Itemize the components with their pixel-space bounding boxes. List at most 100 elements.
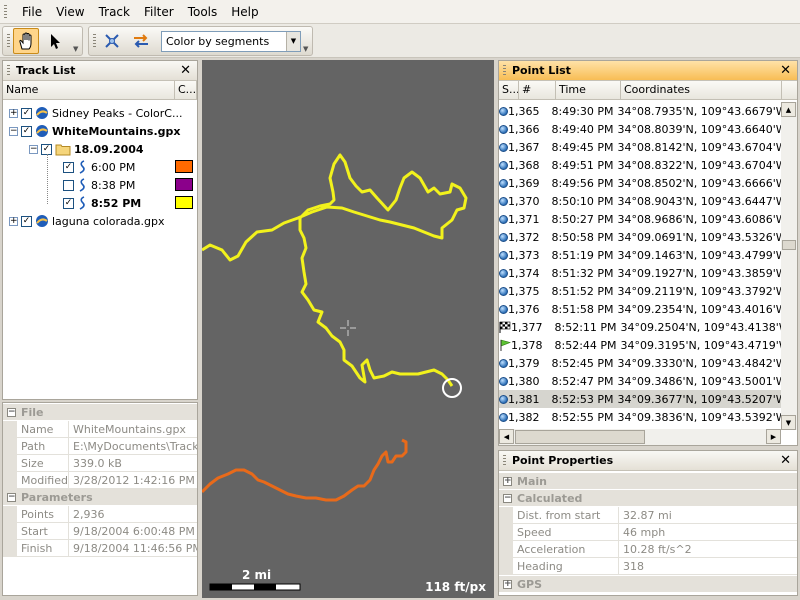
close-icon[interactable]: ✕ [780,453,791,468]
point-row[interactable]: 1,371 8:50:27 PM 34°08.9686'N, 109°43.6086… [499,210,781,228]
track-checkbox[interactable]: ✓ [21,125,32,137]
point-row[interactable]: 1,368 8:49:51 PM 34°08.8322'N, 109°43.6704… [499,156,781,174]
track-checkbox[interactable]: ✓ [21,215,32,227]
point-row[interactable]: 1,366 8:49:40 PM 34°08.8039'N, 109°43.6640… [499,120,781,138]
toolbar-grip-2[interactable] [93,34,96,48]
prop-row[interactable]: Start 9/18/2004 6:00:48 PM [3,523,197,540]
panel-grip[interactable] [7,64,10,77]
scroll-left-icon[interactable]: ◀ [499,429,514,444]
point-row[interactable]: 1,380 8:52:47 PM 34°09.3486'N, 109°43.5001… [499,372,781,390]
prop-row[interactable]: Heading 318 [499,558,797,575]
prop-row[interactable]: Modified 3/28/2012 1:42:16 PM [3,472,197,489]
prop-row[interactable]: Dist. from start 32.87 mi [499,507,797,524]
point-list-hscroll[interactable]: ◀ ▶ [499,429,781,445]
prop-group-parameters[interactable]: − Parameters [3,489,197,505]
point-row[interactable]: 1,382 8:52:55 PM 34°09.3836'N, 109°43.5392… [499,408,781,426]
expand-icon[interactable]: + [503,579,512,589]
point-row[interactable]: 1,377 8:52:11 PM 34°09.2504'N, 109°43.4138… [499,318,781,336]
point-row[interactable]: 1,375 8:51:52 PM 34°09.2119'N, 109°43.3792… [499,282,781,300]
segment-checkbox[interactable]: ✓ [63,197,74,209]
prop-group-main[interactable]: + Main [499,473,797,489]
menu-file[interactable]: File [15,5,49,19]
point-row[interactable]: 1,378 8:52:44 PM 34°09.3195'N, 109°43.4719… [499,336,781,354]
column-status[interactable]: S... [499,81,519,99]
folder-checkbox[interactable]: ✓ [41,143,52,155]
close-icon[interactable]: ✕ [180,63,191,78]
tree-item-sidney-peaks[interactable]: + ✓ Sidney Peaks - ColorC... [9,104,182,122]
menu-view[interactable]: View [49,5,91,19]
prop-group-gps[interactable]: + GPS [499,576,797,592]
prop-row[interactable]: Finish 9/18/2004 11:46:56 PM [3,540,197,557]
prop-row[interactable]: Path E:\MyDocuments\Tracks\ [3,438,197,455]
scroll-thumb-horizontal[interactable] [515,430,645,444]
point-row[interactable]: 1,381 8:52:53 PM 34°09.3677'N, 109°43.5207… [499,390,781,408]
column-name[interactable]: Name [3,81,175,99]
reverse-track-button[interactable] [128,28,154,54]
segment-checkbox[interactable] [63,179,74,191]
scroll-up-icon[interactable]: ▲ [781,102,796,117]
point-row[interactable]: 1,374 8:51:32 PM 34°09.1927'N, 109°43.3859… [499,264,781,282]
pan-hand-button[interactable] [13,28,39,54]
column-number[interactable]: # [519,81,556,99]
panel-grip[interactable] [503,64,506,77]
point-list-vscroll[interactable]: ▲ ▼ [781,102,797,430]
color-swatch-purple[interactable] [175,178,193,191]
collapse-icon[interactable]: − [9,126,18,136]
tree-item-whitemountains[interactable]: − ✓ WhiteMountains.gpx [9,122,180,140]
point-row[interactable]: 1,372 8:50:58 PM 34°09.0691'N, 109°43.5326… [499,228,781,246]
toolbar-grip[interactable] [7,34,10,48]
toolbar-overflow-chevron-2[interactable]: ▼ [303,45,311,53]
tree-item-segment-600pm[interactable]: ✓ 6:00 PM [63,158,135,176]
split-track-button[interactable] [99,28,125,54]
expand-icon[interactable]: + [9,216,18,226]
prop-row[interactable]: Size 339.0 kB [3,455,197,472]
prop-row[interactable]: Name WhiteMountains.gpx [3,421,197,438]
collapse-icon[interactable]: − [7,407,16,417]
toolbar-overflow-chevron[interactable]: ▼ [73,45,81,53]
track-checkbox[interactable]: ✓ [21,107,32,119]
point-coordinates: 34°08.8322'N, 109°43.6704'W [617,158,782,172]
collapse-icon[interactable]: − [29,144,38,154]
prop-row[interactable]: Acceleration 10.28 ft/s^2 [499,541,797,558]
select-arrow-button[interactable] [42,28,68,54]
point-row[interactable]: 1,367 8:49:45 PM 34°08.8142'N, 109°43.6704… [499,138,781,156]
expand-icon[interactable]: + [9,108,18,118]
menu-grip[interactable] [4,4,7,19]
color-swatch-orange[interactable] [175,160,193,173]
prop-group-file[interactable]: − File [3,404,197,420]
color-mode-select[interactable]: Color by segments ▼ [161,30,301,52]
panel-grip[interactable] [503,454,506,467]
expand-icon[interactable]: + [503,476,512,486]
point-row[interactable]: 1,369 8:49:56 PM 34°08.8502'N, 109°43.6666… [499,174,781,192]
column-coordinates[interactable]: Coordinates [621,81,782,99]
point-row[interactable]: 1,370 8:50:10 PM 34°08.9043'N, 109°43.6447… [499,192,781,210]
tree-item-segment-852pm[interactable]: ✓ 8:52 PM [63,194,141,212]
map-canvas[interactable] [202,60,494,598]
tree-item-segment-838pm[interactable]: 8:38 PM [63,176,135,194]
scroll-down-icon[interactable]: ▼ [781,415,796,430]
map-view[interactable]: 2 mi 118 ft/px [202,60,494,598]
column-time[interactable]: Time [556,81,621,99]
point-row[interactable]: 1,379 8:52:45 PM 34°09.3330'N, 109°43.4842… [499,354,781,372]
segment-checkbox[interactable]: ✓ [63,161,74,173]
close-icon[interactable]: ✕ [780,63,791,78]
column-color[interactable]: C... [175,81,197,99]
chevron-down-icon[interactable]: ▼ [286,31,300,51]
prop-row[interactable]: Speed 46 mph [499,524,797,541]
cursor-arrow-icon [51,34,60,49]
menu-tools[interactable]: Tools [181,5,225,19]
point-row[interactable]: 1,365 8:49:30 PM 34°08.7935'N, 109°43.6679… [499,102,781,120]
collapse-icon[interactable]: − [7,492,16,502]
menu-track[interactable]: Track [92,5,137,19]
menu-filter[interactable]: Filter [137,5,181,19]
point-row[interactable]: 1,376 8:51:58 PM 34°09.2354'N, 109°43.4016… [499,300,781,318]
scroll-thumb[interactable] [782,240,796,250]
tree-item-laguna-colorada[interactable]: + ✓ laguna colorada.gpx [9,212,164,230]
prop-row[interactable]: Points 2,936 [3,506,197,523]
color-swatch-yellow[interactable] [175,196,193,209]
scroll-right-icon[interactable]: ▶ [766,429,781,444]
point-row[interactable]: 1,373 8:51:19 PM 34°09.1463'N, 109°43.4799… [499,246,781,264]
prop-group-calculated[interactable]: − Calculated [499,490,797,506]
collapse-icon[interactable]: − [503,493,512,503]
menu-help[interactable]: Help [224,5,265,19]
